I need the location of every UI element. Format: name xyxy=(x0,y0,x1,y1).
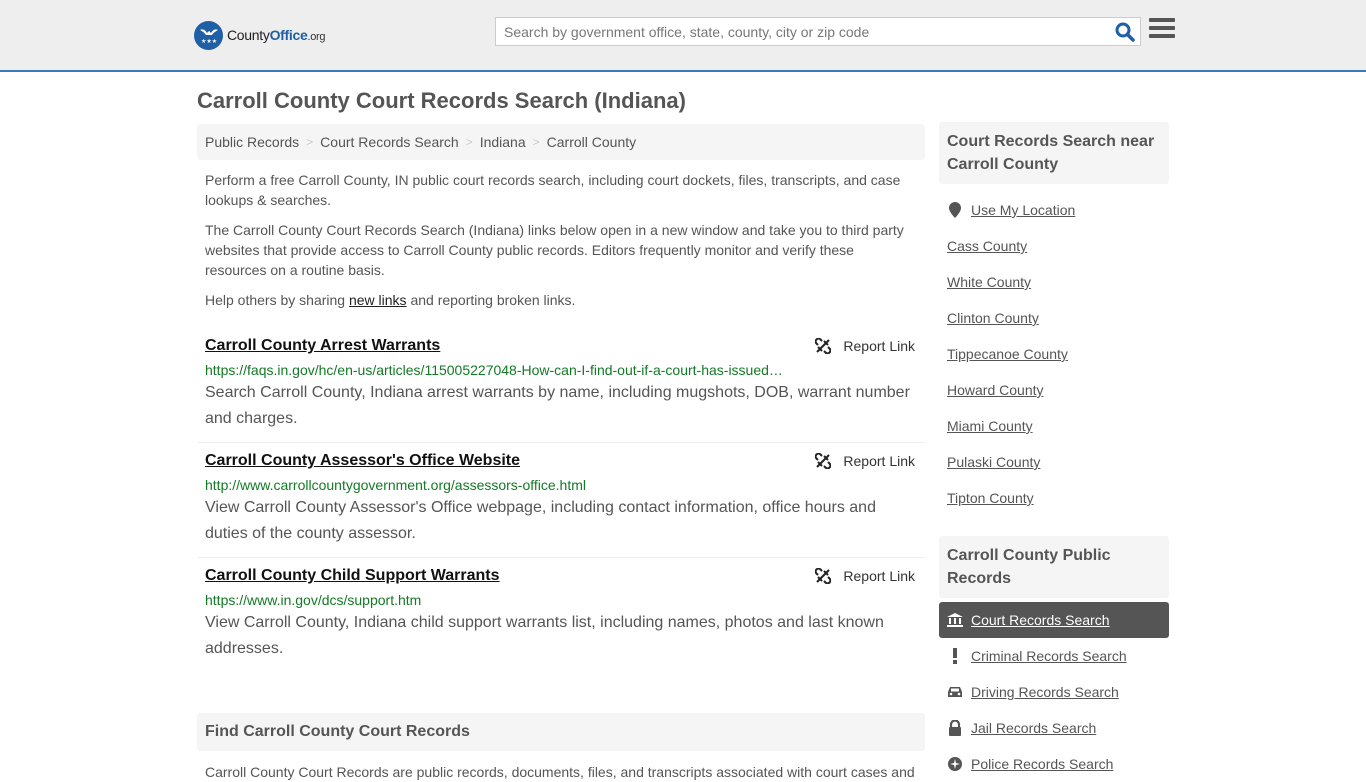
resource-links-list: Carroll County Arrest Warrants https://f… xyxy=(197,328,925,672)
courthouse-icon xyxy=(947,612,963,628)
public-records-list: Court Records Search Criminal Records Se… xyxy=(939,598,1169,782)
resource-link-description: View Carroll County, Indiana child suppo… xyxy=(205,614,884,657)
lock-icon xyxy=(947,720,963,736)
resource-link-description: Search Carroll County, Indiana arrest wa… xyxy=(205,384,910,427)
page-title: Carroll County Court Records Search (Ind… xyxy=(197,88,686,113)
nearby-county-item[interactable]: Tippecanoe County xyxy=(939,336,1169,372)
intro-paragraph: The Carroll County Court Records Search … xyxy=(205,222,904,278)
sidebar-item-driving-records[interactable]: Driving Records Search xyxy=(939,674,1169,710)
hamburger-menu-button[interactable] xyxy=(1149,18,1175,42)
resource-link-title[interactable]: Carroll County Assessor's Office Website xyxy=(205,451,520,471)
intro-paragraph: Perform a free Carroll County, IN public… xyxy=(205,172,901,208)
car-icon xyxy=(947,684,963,700)
site-header: ★★★ CountyOffice.org xyxy=(0,0,1366,72)
nearby-county-link[interactable]: White County xyxy=(947,274,1031,290)
resource-link-title[interactable]: Carroll County Arrest Warrants xyxy=(205,336,440,356)
exclamation-icon xyxy=(947,648,963,664)
resource-link-url: http://www.carrollcountygovernment.org/a… xyxy=(205,477,587,493)
police-badge-icon xyxy=(947,756,963,772)
sidebar-link[interactable]: Driving Records Search xyxy=(971,684,1119,700)
sidebar-link[interactable]: Jail Records Search xyxy=(971,720,1096,736)
resource-link-item: Carroll County Assessor's Office Website… xyxy=(197,443,925,558)
report-link-button[interactable]: Report Link xyxy=(815,568,915,584)
nearby-county-item[interactable]: Tipton County xyxy=(939,480,1169,516)
sidebar-link[interactable]: Criminal Records Search xyxy=(971,648,1127,664)
broken-link-icon xyxy=(815,338,832,354)
svg-text:★★★: ★★★ xyxy=(201,38,217,45)
public-records-heading: Carroll County Public Records xyxy=(939,536,1169,598)
broken-link-icon xyxy=(815,453,832,469)
breadcrumb-public-records[interactable]: Public Records xyxy=(205,134,299,150)
sidebar-item-criminal-records[interactable]: Criminal Records Search xyxy=(939,638,1169,674)
nearby-county-item[interactable]: Cass County xyxy=(939,228,1169,264)
resource-link-description: View Carroll County Assessor's Office we… xyxy=(205,499,876,542)
sidebar-link[interactable]: Police Records Search xyxy=(971,756,1113,772)
nearby-counties-list: Use My Location Cass County White County… xyxy=(939,184,1169,516)
breadcrumb: Public Records > Court Records Search > … xyxy=(197,124,925,160)
public-records-section: Carroll County Public Records Court Reco… xyxy=(939,536,1169,782)
sidebar-item-police-records[interactable]: Police Records Search xyxy=(939,746,1169,782)
search-box xyxy=(495,17,1141,46)
nearby-county-item[interactable]: Pulaski County xyxy=(939,444,1169,480)
nearby-county-item[interactable]: Miami County xyxy=(939,408,1169,444)
search-icon xyxy=(1115,22,1135,42)
nearby-county-link[interactable]: Tipton County xyxy=(947,490,1034,506)
sidebar-item-jail-records[interactable]: Jail Records Search xyxy=(939,710,1169,746)
nearby-county-link[interactable]: Pulaski County xyxy=(947,454,1040,470)
sidebar-item-court-records[interactable]: Court Records Search xyxy=(939,602,1169,638)
nearby-county-link[interactable]: Tippecanoe County xyxy=(947,346,1068,362)
nearby-heading: Court Records Search near Carroll County xyxy=(939,122,1169,184)
sidebar-link[interactable]: Court Records Search xyxy=(971,612,1110,628)
breadcrumb-indiana[interactable]: Indiana xyxy=(480,134,526,150)
breadcrumb-separator: > xyxy=(532,135,540,149)
report-link-button[interactable]: Report Link xyxy=(815,453,915,469)
use-my-location-link[interactable]: Use My Location xyxy=(971,202,1075,218)
use-my-location-item[interactable]: Use My Location xyxy=(939,192,1169,228)
broken-link-icon xyxy=(815,568,832,584)
search-button[interactable] xyxy=(1114,21,1136,43)
nearby-county-item[interactable]: White County xyxy=(939,264,1169,300)
nearby-county-item[interactable]: Howard County xyxy=(939,372,1169,408)
main-content: Public Records > Court Records Search > … xyxy=(197,124,925,782)
new-links-link[interactable]: new links xyxy=(349,292,407,308)
find-records-text: Carroll County Court Records are public … xyxy=(205,764,915,780)
find-records-heading: Find Carroll County Court Records xyxy=(197,713,925,751)
resource-link-url: https://faqs.in.gov/hc/en-us/articles/11… xyxy=(205,362,783,378)
eagle-logo-icon: ★★★ xyxy=(194,20,223,50)
report-link-button[interactable]: Report Link xyxy=(815,338,915,354)
search-input[interactable] xyxy=(496,18,1096,45)
breadcrumb-court-records-search[interactable]: Court Records Search xyxy=(320,134,459,150)
nearby-county-link[interactable]: Miami County xyxy=(947,418,1033,434)
breadcrumb-carroll-county[interactable]: Carroll County xyxy=(547,134,636,150)
hamburger-menu-icon xyxy=(1149,18,1175,22)
logo[interactable]: ★★★ CountyOffice.org xyxy=(194,20,326,50)
share-links-paragraph: Help others by sharing new links and rep… xyxy=(205,292,576,308)
nearby-county-link[interactable]: Clinton County xyxy=(947,310,1039,326)
intro: Perform a free Carroll County, IN public… xyxy=(197,170,925,310)
logo-text: CountyOffice.org xyxy=(227,27,326,43)
nearby-county-item[interactable]: Clinton County xyxy=(939,300,1169,336)
resource-link-title[interactable]: Carroll County Child Support Warrants xyxy=(205,566,500,586)
breadcrumb-separator: > xyxy=(465,135,473,149)
resource-link-item: Carroll County Arrest Warrants https://f… xyxy=(197,328,925,443)
resource-link-url: https://www.in.gov/dcs/support.htm xyxy=(205,592,422,608)
sidebar: Court Records Search near Carroll County… xyxy=(939,122,1169,782)
nearby-county-link[interactable]: Cass County xyxy=(947,238,1027,254)
resource-link-item: Carroll County Child Support Warrants ht… xyxy=(197,558,925,672)
breadcrumb-separator: > xyxy=(306,135,314,149)
nearby-county-link[interactable]: Howard County xyxy=(947,382,1044,398)
map-marker-icon xyxy=(947,202,963,218)
